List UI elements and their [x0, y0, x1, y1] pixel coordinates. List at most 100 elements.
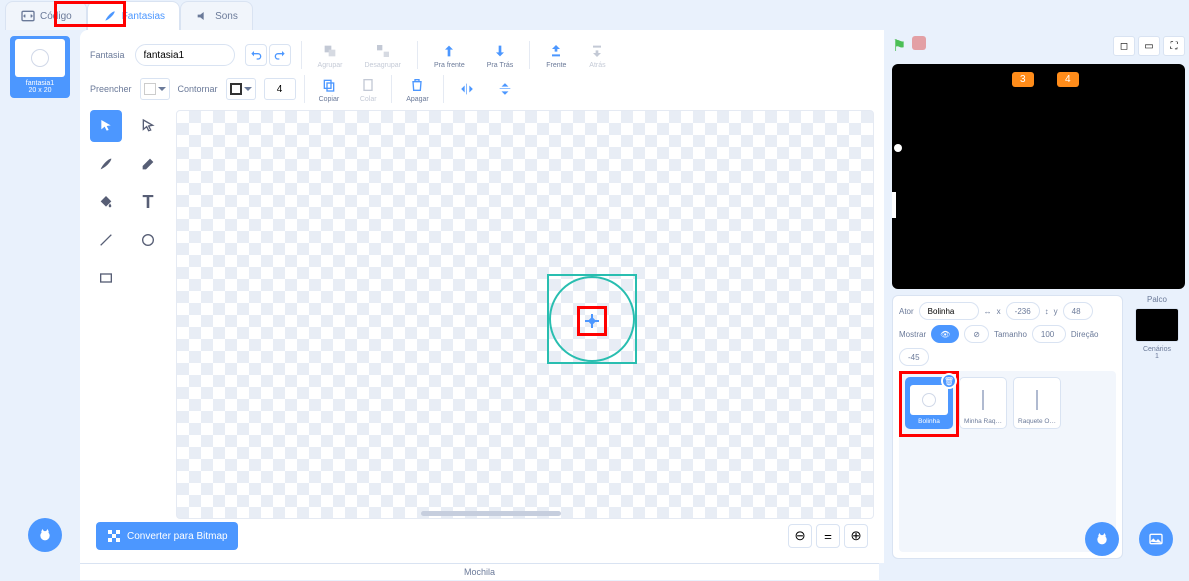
group-icon — [322, 43, 338, 59]
flip-v-button[interactable] — [490, 78, 520, 100]
back-button[interactable]: Atrás — [582, 40, 612, 71]
rect-icon — [98, 270, 114, 286]
backward-button[interactable]: Pra Trás — [481, 40, 519, 71]
zoom-out-button[interactable]: ⊖ — [788, 524, 812, 548]
zoom-reset-button[interactable]: = — [816, 524, 840, 548]
eraser-icon — [140, 156, 156, 172]
costume-list: fantasia1 20 x 20 — [0, 30, 80, 563]
tab-sounds[interactable]: Sons — [180, 1, 253, 30]
text-tool[interactable]: T — [132, 186, 164, 218]
sprite-x-value[interactable]: -236 — [1015, 307, 1031, 316]
hide-button[interactable]: ⊘ — [964, 325, 989, 343]
reshape-tool[interactable] — [132, 110, 164, 142]
cat-icon — [37, 527, 53, 543]
sprite-y-value[interactable]: 48 — [1072, 307, 1081, 316]
sprite-card-minha-raquete[interactable]: Minha Raq… — [959, 377, 1007, 429]
tab-costumes[interactable]: Fantasias — [87, 1, 180, 30]
back-icon — [589, 43, 605, 59]
sprite-list: 🗑 Bolinha Minha Raq… Raquete O… — [899, 371, 1116, 552]
outline-swatch[interactable] — [226, 78, 256, 100]
add-backdrop-fab[interactable] — [1139, 522, 1173, 556]
group-button[interactable]: Agrupar — [312, 40, 349, 71]
sprite-card-label: Bolinha — [918, 418, 940, 425]
eraser-tool[interactable] — [132, 148, 164, 180]
stage-full-button[interactable]: ⛶ — [1163, 36, 1185, 56]
costume-name-input[interactable] — [135, 44, 235, 66]
fill-swatch[interactable] — [140, 78, 170, 100]
size-label: Tamanho — [994, 330, 1027, 339]
convert-bitmap-button[interactable]: Converter para Bitmap — [96, 522, 238, 550]
add-sprite-fab[interactable] — [1085, 522, 1119, 556]
paint-brush-icon — [98, 156, 114, 172]
pointer-icon — [98, 118, 114, 134]
green-flag-button[interactable]: ⚑ — [892, 36, 906, 56]
sprite-panel: Ator ↔ x -236 ↕ y 48 Mostrar 👁 ⊘ Tamanho… — [892, 295, 1123, 559]
image-icon — [1148, 531, 1164, 547]
costume-name-label: Fantasia — [90, 50, 125, 60]
stage-ball — [894, 144, 902, 152]
stage-paddle — [892, 192, 896, 218]
paste-button[interactable]: Colar — [353, 74, 383, 105]
stop-button[interactable] — [912, 36, 926, 50]
sprite-label: Ator — [899, 307, 914, 316]
reshape-icon — [140, 118, 156, 134]
brush-icon — [102, 8, 118, 24]
stage-thumb[interactable] — [1135, 308, 1179, 342]
canvas-h-scrollbar[interactable] — [421, 511, 561, 516]
separator — [443, 75, 444, 103]
tool-palette: T — [90, 110, 168, 519]
sprite-card-bolinha[interactable]: 🗑 Bolinha — [905, 377, 953, 429]
sprite-card-label: Minha Raq… — [964, 418, 1002, 425]
sprite-card-raquete-oponente[interactable]: Raquete O… — [1013, 377, 1061, 429]
ungroup-icon — [375, 43, 391, 59]
forward-button[interactable]: Pra frente — [428, 40, 471, 71]
ungroup-button[interactable]: Desagrupar — [358, 40, 407, 71]
delete-sprite-button[interactable]: 🗑 — [941, 373, 957, 389]
copy-button[interactable]: Copiar — [313, 74, 346, 105]
costume-thumb-1[interactable]: fantasia1 20 x 20 — [10, 36, 70, 98]
fill-tool[interactable] — [90, 186, 122, 218]
bitmap-icon — [106, 528, 122, 544]
delete-button[interactable]: Apagar — [400, 74, 435, 105]
add-costume-fab[interactable] — [28, 518, 62, 552]
separator — [304, 75, 305, 103]
line-icon — [98, 232, 114, 248]
rect-tool[interactable] — [90, 262, 122, 294]
x-label: x — [997, 307, 1001, 316]
zoom-in-button[interactable]: ⊕ — [844, 524, 868, 548]
direction-label: Direção — [1071, 330, 1099, 339]
stage-badge-2: 4 — [1057, 72, 1079, 87]
text-icon: T — [143, 192, 154, 213]
redo-button[interactable] — [269, 44, 291, 66]
y-icon: ↕ — [1045, 307, 1049, 316]
stage[interactable]: 3 4 — [892, 64, 1185, 289]
front-button[interactable]: Frente — [540, 40, 572, 71]
separator — [301, 41, 302, 69]
separator — [417, 41, 418, 69]
stage-large-button[interactable]: ▭ — [1138, 36, 1160, 56]
stage-label: Palco — [1147, 295, 1167, 304]
sprite-card-label: Raquete O… — [1018, 418, 1056, 425]
flip-h-button[interactable] — [452, 78, 482, 100]
paint-canvas[interactable] — [176, 110, 874, 519]
stage-small-button[interactable]: ◻ — [1113, 36, 1135, 56]
annotation-center-highlight — [577, 306, 607, 336]
line-tool[interactable] — [90, 224, 122, 256]
show-button[interactable]: 👁 — [931, 325, 959, 343]
brush-tool[interactable] — [90, 148, 122, 180]
select-tool[interactable] — [90, 110, 122, 142]
sprite-name-input[interactable] — [928, 307, 970, 316]
circle-icon — [140, 232, 156, 248]
arrow-up-icon — [441, 43, 457, 59]
fill-label: Preencher — [90, 84, 132, 94]
circle-tool[interactable] — [132, 224, 164, 256]
stroke-width-input[interactable] — [264, 78, 296, 100]
backpack-bar[interactable]: Mochila — [80, 563, 879, 580]
flip-v-icon — [497, 81, 513, 97]
undo-button[interactable] — [245, 44, 267, 66]
sprite-direction-value[interactable]: -45 — [908, 353, 920, 362]
sprite-size-value[interactable]: 100 — [1041, 330, 1054, 339]
sound-icon — [195, 8, 211, 24]
tab-code[interactable]: Código — [5, 1, 87, 30]
front-icon — [548, 43, 564, 59]
